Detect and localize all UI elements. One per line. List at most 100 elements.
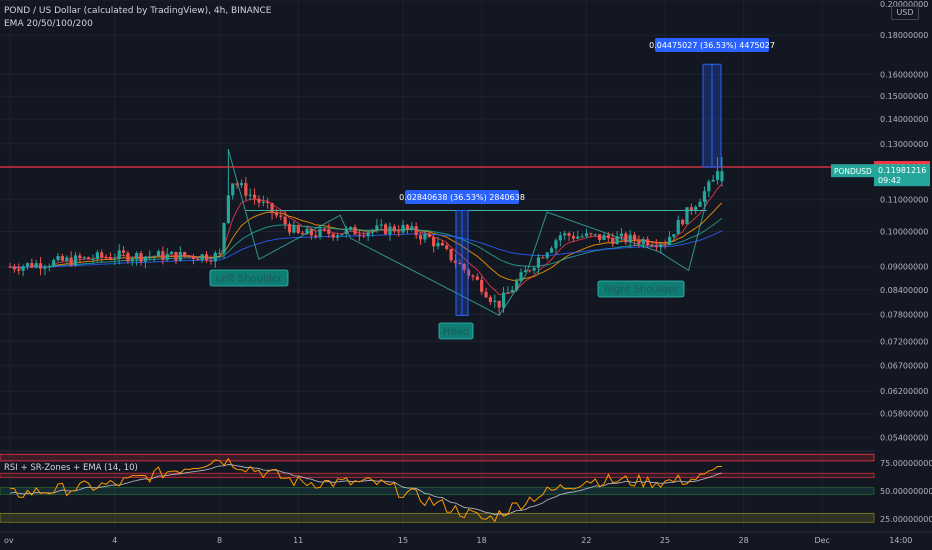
candle-body xyxy=(30,263,34,268)
price-tick-label: 0.07800000 xyxy=(880,311,928,320)
candle-body xyxy=(558,235,562,241)
candle-body xyxy=(676,219,680,235)
candle xyxy=(545,251,549,261)
candle-body xyxy=(449,248,453,261)
candle-body xyxy=(681,219,685,225)
candle xyxy=(480,276,484,295)
price-tick-label: 0.06700000 xyxy=(880,361,928,370)
candle xyxy=(449,248,453,263)
candle-body xyxy=(414,226,418,236)
rsi-tick-label: 75.00000000 xyxy=(880,459,932,468)
candle xyxy=(169,250,174,255)
candle xyxy=(126,250,130,264)
candle xyxy=(694,205,698,215)
candle-body xyxy=(82,257,86,259)
candle-body xyxy=(606,235,610,239)
candle-body xyxy=(139,253,143,262)
candle-body xyxy=(56,256,60,261)
candle-body xyxy=(209,260,213,262)
candle xyxy=(213,250,217,268)
price-chart[interactable]: 0.02840638 (36.53%) 2840638 0.04475027 (3… xyxy=(0,0,932,550)
candle-body xyxy=(156,251,161,257)
candle-body xyxy=(493,300,497,302)
candle-body xyxy=(654,245,658,248)
candle xyxy=(484,287,488,298)
candle-body xyxy=(78,255,82,259)
candle-body xyxy=(384,224,388,235)
ema-legend: EMA 20/50/100/200 xyxy=(4,19,93,29)
candle xyxy=(183,251,187,258)
candle xyxy=(711,175,715,182)
left-shoulder-label: Left Shoulder xyxy=(216,274,283,285)
price-tick-label: 0.13000000 xyxy=(880,140,928,149)
candle-body xyxy=(12,266,16,270)
candle xyxy=(87,256,91,260)
candle-body xyxy=(191,255,196,259)
time-tick-label: 25 xyxy=(660,536,670,545)
candle-body xyxy=(279,215,283,217)
candle-body xyxy=(34,263,38,268)
candle xyxy=(69,251,73,267)
candle xyxy=(681,218,685,227)
candle-body xyxy=(283,216,287,225)
chart-title: POND / US Dollar (calculated by TradingV… xyxy=(4,6,272,16)
time-tick-label: 28 xyxy=(739,536,749,545)
price-tick-label: 0.07200000 xyxy=(880,337,928,346)
candle-body xyxy=(445,245,449,249)
candle xyxy=(667,231,672,246)
candle-body xyxy=(257,198,261,203)
ema-50-line xyxy=(9,202,723,281)
candle xyxy=(73,252,78,267)
candle-body xyxy=(226,195,230,224)
candle xyxy=(602,232,606,241)
candle xyxy=(148,250,152,261)
candle xyxy=(689,203,693,215)
candle xyxy=(331,232,335,241)
currency-button[interactable]: USD xyxy=(891,6,919,20)
candle-body xyxy=(121,250,126,253)
candle-body xyxy=(287,224,292,233)
candle-body xyxy=(73,255,78,266)
candle xyxy=(584,228,589,238)
candle-body xyxy=(375,225,379,231)
candle-body xyxy=(501,292,506,308)
candle-body xyxy=(418,235,423,240)
candle-body xyxy=(549,248,554,253)
candle xyxy=(471,274,475,281)
candle-body xyxy=(357,234,362,236)
candle-body xyxy=(296,225,300,233)
candle xyxy=(108,252,113,261)
candle-body xyxy=(113,258,117,260)
candle xyxy=(30,258,34,269)
candle-body xyxy=(672,234,676,237)
candle-body xyxy=(231,183,235,196)
time-tick-label: Dec xyxy=(814,536,829,545)
candle-body xyxy=(47,266,51,268)
ema-20-line xyxy=(9,183,723,296)
time-tick-label: 11 xyxy=(293,536,303,545)
candle xyxy=(493,294,497,308)
candle-body xyxy=(196,258,200,261)
candle-body xyxy=(397,231,401,233)
candle xyxy=(139,250,143,266)
candle xyxy=(401,220,405,235)
candle xyxy=(17,263,21,275)
candle xyxy=(554,238,558,254)
candle-body xyxy=(436,242,440,247)
candle xyxy=(200,253,204,263)
time-tick-label: 22 xyxy=(581,536,591,545)
time-tick-label: 4 xyxy=(112,536,117,545)
candle-body xyxy=(60,256,65,261)
candle xyxy=(218,248,222,255)
measure-label-1: 0.02840638 (36.53%) 2840638 xyxy=(399,193,525,202)
candle-body xyxy=(366,232,370,237)
candle-body xyxy=(178,251,182,261)
candle xyxy=(362,231,366,239)
candle-body xyxy=(95,252,99,260)
candle-body xyxy=(711,179,715,182)
candle xyxy=(25,262,30,270)
time-tick-label: 8 xyxy=(217,536,222,545)
candle-body xyxy=(580,236,584,238)
candle-body xyxy=(38,263,43,269)
candle-body xyxy=(130,259,134,262)
